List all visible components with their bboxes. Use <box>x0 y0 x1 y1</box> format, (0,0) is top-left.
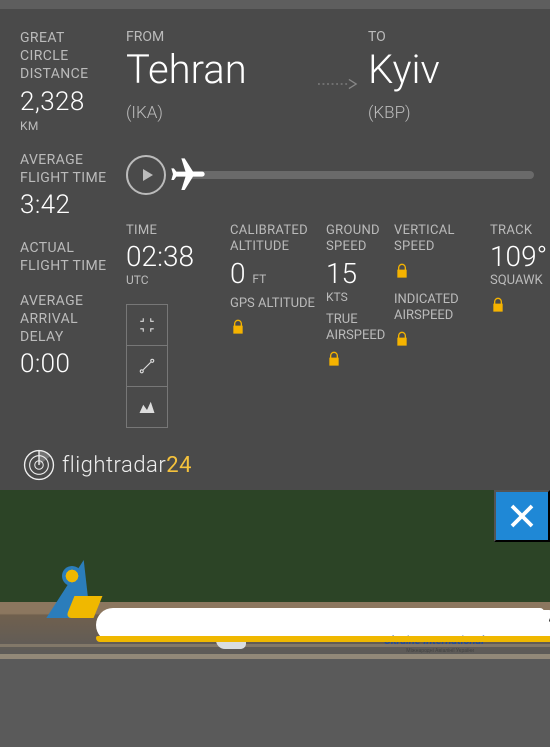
brand-24: 24 <box>166 453 192 478</box>
brand-name: flightradar <box>62 453 166 478</box>
origin-code: (IKA) <box>126 103 308 123</box>
to-label: TO <box>368 29 550 45</box>
route-row: FROM Tehran (IKA) TO Kyiv (KBP) <box>126 29 550 123</box>
calalt-value: 0 FT <box>230 260 322 288</box>
lock-icon <box>230 318 246 336</box>
destination-code: (KBP) <box>368 103 550 123</box>
track-value: 109° <box>490 243 550 271</box>
flight-detail-panel: GREAT CIRCLE DISTANCE 2,328 KM AVERAGE F… <box>0 9 550 490</box>
actual-flight-time-block: ACTUAL FLIGHT TIME <box>20 239 112 275</box>
calalt-label: CALIBRATED ALTITUDE <box>230 223 322 256</box>
progress-plane-icon <box>168 155 208 199</box>
flightradar24-logo: flightradar24 <box>22 448 192 482</box>
stats-sidebar: GREAT CIRCLE DISTANCE 2,328 KM AVERAGE F… <box>20 29 112 428</box>
gs-value: 15 <box>326 260 390 288</box>
chart-button[interactable] <box>126 386 168 428</box>
playback-row <box>126 155 550 195</box>
play-icon <box>143 169 153 181</box>
aad-value: 0:00 <box>20 348 112 382</box>
time-unit: UTC <box>126 273 226 287</box>
close-icon <box>507 501 537 531</box>
actual-ft-label: ACTUAL FLIGHT TIME <box>20 239 112 275</box>
tas-label: TRUE AIRSPEED <box>326 312 390 345</box>
avg-flight-time-block: AVERAGE FLIGHT TIME 3:42 <box>20 151 112 223</box>
vspeed-col: VERTICAL SPEED INDICATED AIRSPEED <box>394 223 486 428</box>
track-col: TRACK 109° SQUAWK <box>490 223 550 428</box>
from-label: FROM <box>126 29 308 45</box>
origin-block: FROM Tehran (IKA) <box>126 29 308 123</box>
avg-arrival-delay-block: AVERAGE ARRIVAL DELAY 0:00 <box>20 292 112 382</box>
route-arrow-icon <box>318 29 358 94</box>
aad-label: AVERAGE ARRIVAL DELAY <box>20 292 112 347</box>
ias-label: INDICATED AIRSPEED <box>394 292 486 325</box>
gs-label: GROUND SPEED <box>326 223 390 256</box>
gpsalt-label: GPS ALTITUDE <box>230 296 322 312</box>
play-button[interactable] <box>126 155 166 195</box>
route-button[interactable] <box>126 345 168 387</box>
track-label: TRACK <box>490 223 550 239</box>
aft-label: AVERAGE FLIGHT TIME <box>20 151 112 187</box>
destination-city: Kyiv <box>368 49 550 91</box>
gcd-value: 2,328 <box>20 86 112 120</box>
squawk-label: SQUAWK <box>490 273 550 289</box>
aircraft-photo: Ukraine International Міжнародні Авіалін… <box>0 490 550 747</box>
gcd-unit: KM <box>20 119 112 135</box>
lock-icon <box>490 296 506 314</box>
aft-value: 3:42 <box>20 189 112 223</box>
time-col: TIME 02:38 UTC <box>126 223 226 428</box>
gs-unit: KTS <box>326 290 390 304</box>
compress-button[interactable] <box>126 304 168 346</box>
lock-icon <box>326 350 342 368</box>
close-button[interactable] <box>494 490 550 542</box>
time-label: TIME <box>126 223 226 239</box>
gcd-label: GREAT CIRCLE DISTANCE <box>20 29 112 84</box>
livery-airline-sub: Міжнародні Авіалінії України <box>406 648 474 654</box>
metrics-grid: TIME 02:38 UTC <box>126 223 550 428</box>
lock-icon <box>394 330 410 348</box>
destination-block: TO Kyiv (KBP) <box>368 29 550 123</box>
altitude-col: CALIBRATED ALTITUDE 0 FT GPS ALTITUDE <box>230 223 322 428</box>
groundspeed-col: GROUND SPEED 15 KTS TRUE AIRSPEED <box>326 223 390 428</box>
radar-icon <box>22 448 56 482</box>
progress-track[interactable] <box>186 171 534 179</box>
vs-label: VERTICAL SPEED <box>394 223 486 256</box>
panel-drag-handle <box>0 0 550 9</box>
origin-city: Tehran <box>126 49 308 91</box>
great-circle-distance-block: GREAT CIRCLE DISTANCE 2,328 KM <box>20 29 112 135</box>
lock-icon <box>394 262 410 280</box>
time-value: 02:38 <box>126 243 226 271</box>
